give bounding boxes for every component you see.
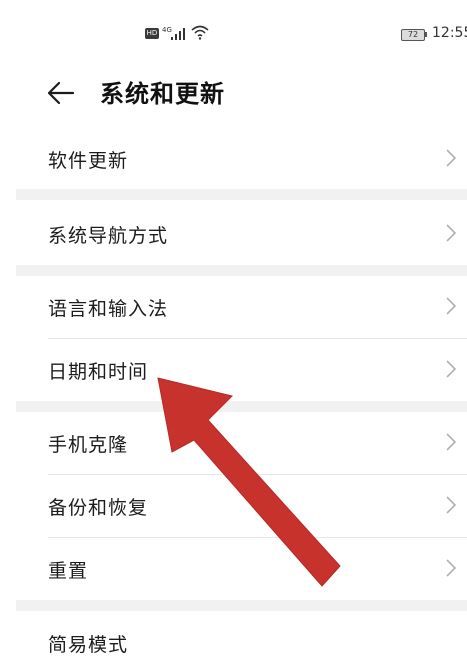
list-item-label: 手机克隆 (48, 434, 129, 456)
list-item-phone-clone[interactable]: 手机克隆 (0, 412, 467, 474)
hd-voice-icon: HD (145, 28, 159, 39)
section-gap (16, 401, 467, 412)
chevron-right-icon (446, 297, 457, 315)
list-item-software-update[interactable]: 软件更新 (0, 128, 467, 188)
battery-tip (425, 32, 427, 37)
list-item-backup-restore[interactable]: 备份和恢复 (0, 475, 467, 537)
list-item-language-input[interactable]: 语言和输入法 (0, 276, 467, 338)
list-item-reset[interactable]: 重置 (0, 538, 467, 600)
back-arrow-icon[interactable] (46, 78, 76, 108)
list-item-label: 备份和恢复 (48, 497, 149, 519)
list-item-navigation[interactable]: 系统导航方式 (0, 202, 467, 264)
chevron-right-icon (446, 433, 457, 451)
page-title: 系统和更新 (100, 80, 225, 108)
battery-icon: 72 (401, 29, 425, 41)
chevron-right-icon (446, 496, 457, 514)
list-item-label: 重置 (48, 560, 89, 582)
list-item-date-time[interactable]: 日期和时间 (0, 339, 467, 401)
section-gap (16, 189, 467, 200)
list-item-label: 系统导航方式 (48, 225, 169, 247)
list-item-label: 日期和时间 (48, 361, 149, 383)
list-item-label: 软件更新 (48, 150, 129, 172)
chevron-right-icon (446, 360, 457, 378)
wifi-icon (191, 25, 209, 40)
list-item-simple-mode[interactable]: 简易模式 (0, 612, 467, 658)
chevron-right-icon (446, 149, 457, 167)
app-header: 系统和更新 (0, 68, 467, 118)
list-item-label: 简易模式 (48, 634, 129, 656)
chevron-right-icon (446, 559, 457, 577)
section-gap (16, 265, 467, 276)
clock: 12:55 (432, 25, 467, 41)
list-item-label: 语言和输入法 (48, 298, 169, 320)
status-bar: HD 4G 72 12:55 (0, 0, 467, 56)
chevron-right-icon (446, 224, 457, 242)
signal-icon (171, 28, 187, 40)
section-gap (16, 600, 467, 611)
